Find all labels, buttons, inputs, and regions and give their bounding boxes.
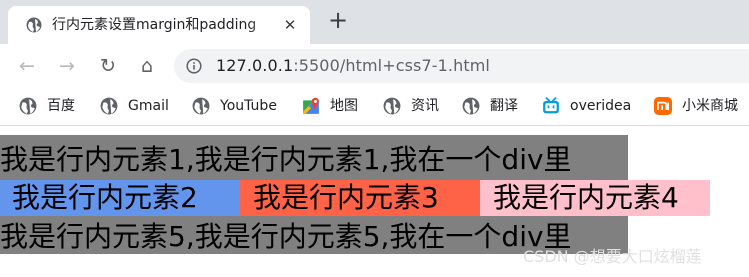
- close-icon[interactable]: ✕: [282, 17, 298, 33]
- browser-toolbar: ← → ↻ ⌂ 127.0.0.1:5500/html+css7-1.html: [0, 44, 749, 88]
- inline-element-4: 我是行内元素4: [480, 180, 710, 216]
- page-content: 我是行内元素1,我是行内元素1,我在一个div里 我是行内元素2 我是行内元素3…: [0, 127, 749, 277]
- bookmarks-bar: 百度 Gmail YouTube 地图 资讯 翻译 overidea 小米商城: [0, 88, 749, 126]
- forward-button[interactable]: →: [56, 55, 78, 77]
- tab-strip: 行内元素设置margin和padding ✕ +: [0, 0, 749, 44]
- inline-element-3: 我是行内元素3: [240, 180, 480, 216]
- globe-icon: [192, 97, 210, 115]
- info-icon[interactable]: [186, 58, 202, 74]
- bookmark-label: YouTube: [220, 98, 277, 114]
- url-path: :5500/html+css7-1.html: [293, 56, 490, 75]
- globe-icon: [19, 97, 37, 115]
- globe-icon: [383, 97, 401, 115]
- bookmark-label: 翻译: [490, 98, 518, 114]
- globe-icon: [462, 97, 480, 115]
- bilibili-icon: [543, 97, 559, 114]
- bookmark-label: 资讯: [411, 98, 439, 114]
- globe-icon: [100, 97, 118, 115]
- bookmark-label: Gmail: [128, 98, 169, 114]
- back-button[interactable]: ←: [16, 55, 38, 77]
- tab-title: 行内元素设置margin和padding: [52, 17, 257, 33]
- bookmark-label: overidea: [570, 98, 632, 114]
- home-button[interactable]: ⌂: [136, 55, 158, 77]
- url-text[interactable]: 127.0.0.1:5500/html+css7-1.html: [216, 56, 490, 76]
- reload-button[interactable]: ↻: [97, 55, 119, 77]
- globe-icon: [26, 17, 42, 33]
- tab-title-fade: [248, 14, 280, 36]
- browser-tab[interactable]: 行内元素设置margin和padding ✕: [8, 6, 310, 44]
- watermark: CSDN @想要大口炫榴莲: [523, 247, 702, 266]
- inline-element-1: 我是行内元素1,我是行内元素1,我在一个div里: [0, 143, 572, 176]
- bookmark-label: 地图: [330, 98, 358, 114]
- container-div: 我是行内元素1,我是行内元素1,我在一个div里 我是行内元素2 我是行内元素3…: [0, 135, 710, 254]
- mi-icon: [654, 97, 672, 115]
- address-bar[interactable]: 127.0.0.1:5500/html+css7-1.html: [174, 49, 749, 83]
- inline-element-5: 我是行内元素5,我是行内元素5,我在一个div里: [0, 220, 572, 253]
- bookmark-label: 小米商城: [682, 98, 738, 114]
- bookmark-label: 百度: [47, 98, 75, 114]
- url-host: 127.0.0.1: [216, 56, 294, 75]
- new-tab-button[interactable]: +: [326, 8, 350, 33]
- maps-icon: [303, 97, 319, 114]
- inline-element-2: 我是行内元素2: [0, 180, 240, 216]
